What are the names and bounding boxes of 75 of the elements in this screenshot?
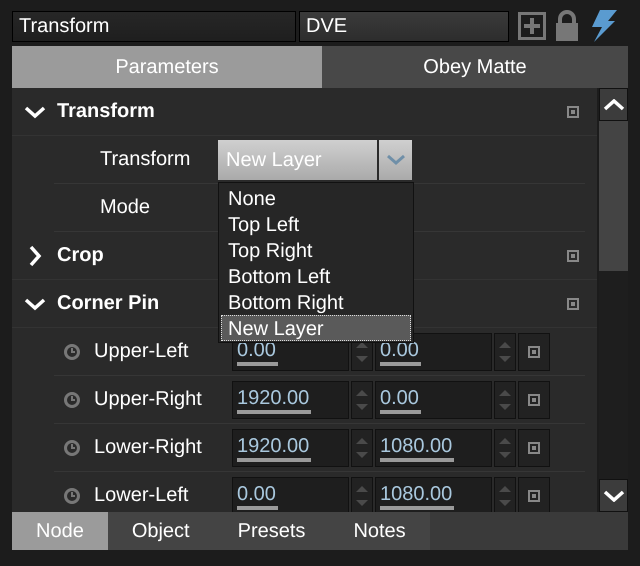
tab[interactable]: Obey Matte <box>322 46 628 88</box>
step-up-icon <box>498 436 512 444</box>
keyframe-icon <box>528 490 540 502</box>
parameter-label: Mode <box>100 196 152 219</box>
number-field[interactable]: 0.00 <box>232 476 349 512</box>
keyframe-button[interactable] <box>518 332 550 370</box>
parameter-label: Lower-Right <box>94 436 203 459</box>
step-down-icon <box>498 402 512 410</box>
tab[interactable]: Presets <box>214 512 330 550</box>
menu-item[interactable]: Bottom Right <box>221 288 411 314</box>
menu-item[interactable]: Bottom Left <box>221 262 411 288</box>
stepper-button[interactable] <box>351 476 373 512</box>
keyframe-icon <box>567 106 579 118</box>
keyframe-icon <box>528 394 540 406</box>
keyframe-button[interactable] <box>518 428 550 466</box>
parameter-label: Upper-Right <box>94 388 203 411</box>
node-name-field[interactable]: Transform <box>12 10 296 42</box>
section-title: Crop <box>57 244 104 267</box>
number-field[interactable]: 1920.00 <box>232 428 349 466</box>
plus-icon <box>518 12 546 40</box>
step-up-icon <box>355 484 369 492</box>
stepper-button[interactable] <box>351 428 373 466</box>
scrollbar-thumb[interactable] <box>599 121 628 271</box>
clock-icon <box>64 344 80 360</box>
keyframe-button[interactable] <box>567 106 579 118</box>
step-down-icon <box>355 354 369 362</box>
section-title: Transform <box>57 100 155 123</box>
step-down-icon <box>355 402 369 410</box>
step-up-icon <box>498 484 512 492</box>
keyframe-button[interactable] <box>518 476 550 512</box>
scroll-down-button[interactable] <box>599 479 628 512</box>
clock-icon <box>64 440 80 456</box>
parameter-label: Lower-Left <box>94 484 190 507</box>
lock-button[interactable] <box>555 10 579 42</box>
node-type-field[interactable]: DVE <box>299 10 509 42</box>
keyframe-button[interactable] <box>518 380 550 418</box>
lock-icon <box>555 10 579 42</box>
clock-icon <box>64 488 80 504</box>
number-field[interactable]: 1920.00 <box>232 380 349 418</box>
keyframe-icon <box>567 250 579 262</box>
keyframe-button[interactable] <box>567 250 579 262</box>
step-down-icon <box>498 498 512 506</box>
tab[interactable]: Object <box>108 512 214 550</box>
number-field[interactable]: 1080.00 <box>375 476 492 512</box>
menu-item[interactable]: New Layer <box>221 314 411 340</box>
step-down-icon <box>355 450 369 458</box>
chevron-down-icon <box>602 490 624 502</box>
menu-item[interactable]: Top Right <box>221 236 411 262</box>
section-title: Corner Pin <box>57 292 160 315</box>
step-up-icon <box>498 388 512 396</box>
parameter-label: Upper-Left <box>94 340 190 363</box>
menu-item[interactable]: None <box>221 184 411 210</box>
keyframe-icon <box>567 298 579 310</box>
chevron-down-icon <box>386 154 406 166</box>
menu-item[interactable]: Top Left <box>221 210 411 236</box>
step-up-icon <box>498 340 512 348</box>
number-field[interactable]: 1080.00 <box>375 428 492 466</box>
step-up-icon <box>355 436 369 444</box>
scroll-up-button[interactable] <box>599 88 628 121</box>
step-down-icon <box>498 450 512 458</box>
step-down-icon <box>355 498 369 506</box>
parameter-label: Transform <box>100 148 192 171</box>
keyframe-button[interactable] <box>567 298 579 310</box>
keyframe-icon <box>528 442 540 454</box>
number-field[interactable]: 0.00 <box>375 380 492 418</box>
step-up-icon <box>355 340 369 348</box>
step-down-icon <box>498 354 512 362</box>
clock-icon <box>64 392 80 408</box>
stepper-button[interactable] <box>351 380 373 418</box>
step-up-icon <box>355 388 369 396</box>
tab[interactable]: Notes <box>329 512 430 550</box>
chevron-up-icon <box>602 98 624 110</box>
keyframe-icon <box>528 346 540 358</box>
add-button[interactable] <box>518 12 546 40</box>
dropdown-button[interactable] <box>379 140 412 180</box>
